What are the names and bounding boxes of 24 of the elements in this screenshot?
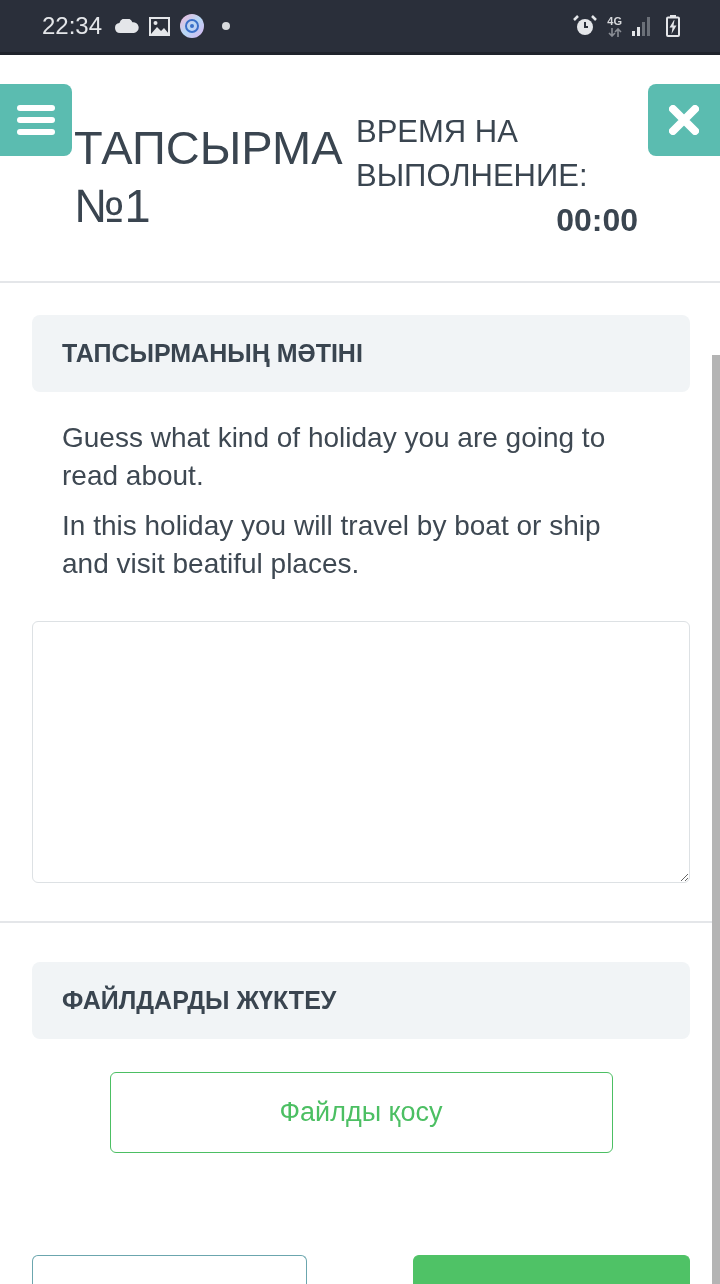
secondary-button[interactable] — [32, 1255, 307, 1284]
section-heading: ФАЙЛДАРДЫ ЖҮКТЕУ — [32, 962, 690, 1039]
app-icon — [180, 14, 205, 38]
timer-label: ВРЕМЯ НА ВЫПОЛНЕНИЕ: — [356, 113, 589, 195]
cloud-icon — [115, 19, 140, 33]
task-text: Guess what kind of holiday you are going to read about. — [62, 421, 607, 493]
data-arrows-icon — [607, 27, 622, 37]
dot-icon — [222, 22, 231, 30]
image-icon — [149, 16, 171, 36]
menu-icon — [17, 105, 55, 135]
menu-button[interactable] — [0, 84, 72, 156]
signal-icon — [632, 16, 652, 36]
clock-time: 22:34 — [42, 12, 103, 40]
timer-value: 00:00 — [556, 201, 638, 240]
close-button[interactable] — [648, 84, 720, 156]
battery-charging-icon — [666, 15, 680, 37]
scrollbar[interactable] — [712, 355, 720, 1284]
page-title: ТАПСЫРМА №1 — [74, 120, 344, 234]
section-heading: ТАПСЫРМАНЫҢ МӘТІНІ — [32, 315, 690, 392]
close-icon — [669, 105, 699, 135]
add-file-button[interactable]: Файлды қосу — [109, 1072, 613, 1153]
alarm-clock-icon — [573, 14, 598, 38]
network-type: 4G — [607, 15, 622, 27]
task-text: In this holiday you will travel by boat or ship and visit beatiful places. — [62, 509, 602, 581]
